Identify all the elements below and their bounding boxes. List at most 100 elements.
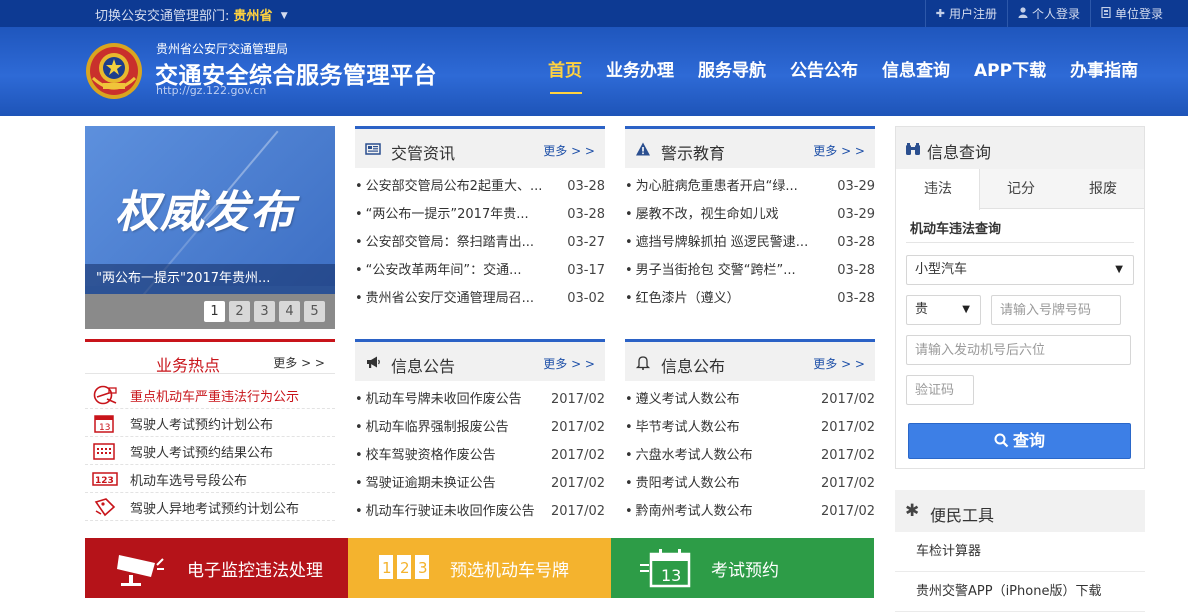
more-link[interactable]: 更多 > > <box>273 354 325 371</box>
query-button[interactable]: 查询 <box>908 423 1131 459</box>
list-item[interactable]: 遮挡号牌躲抓拍 巡逻民警逮... 03-28 <box>625 229 875 257</box>
personal-login-link[interactable]: 个人登录 <box>1006 0 1090 27</box>
more-link[interactable]: 更多 > > <box>813 355 865 372</box>
tab-violation[interactable]: 违法 <box>896 169 980 210</box>
more-link[interactable]: 更多 > > <box>543 355 595 372</box>
unit-login-link[interactable]: 单位登录 <box>1089 0 1173 27</box>
slider-page-1[interactable]: 1 <box>204 301 225 322</box>
slider-hero-image[interactable]: 权威发布 <box>85 126 335 311</box>
list-item[interactable]: 屡教不改，视生命如儿戏 03-29 <box>625 201 875 229</box>
slider-page-5[interactable]: 5 <box>304 301 325 322</box>
panel-title: 便民工具 <box>930 506 995 525</box>
slider-page-3[interactable]: 3 <box>254 301 275 322</box>
item-title[interactable]: 遮挡号牌躲抓拍 巡逻民警逮... <box>625 229 827 257</box>
more-link[interactable]: 更多 > > <box>543 142 595 159</box>
slider-page-4[interactable]: 4 <box>279 301 300 322</box>
list-item[interactable]: 遵义考试人数公布2017/02 <box>625 386 875 414</box>
nav-info-query[interactable]: 信息查询 <box>870 27 962 116</box>
nav-business[interactable]: 业务办理 <box>594 27 686 116</box>
item-title[interactable]: 机动车行驶证未收回作废公告 <box>355 498 550 526</box>
item-title[interactable]: 毕节考试人数公布 <box>625 414 820 442</box>
list-item[interactable]: 毕节考试人数公布2017/02 <box>625 414 875 442</box>
nav-guide[interactable]: 办事指南 <box>1058 27 1150 116</box>
department-switch-value[interactable]: 贵州省 <box>234 9 273 24</box>
list-item[interactable]: 为心脏病危重患者开启“绿... 03-29 <box>625 173 875 201</box>
tool-link-calculator[interactable]: 车检计算器 <box>895 532 1145 572</box>
item-title[interactable]: 公安部交管局公布2起重大、... <box>355 173 557 201</box>
plate-number-input[interactable] <box>991 295 1121 325</box>
register-link[interactable]: ✚ 用户注册 <box>924 0 1007 27</box>
captcha-input[interactable] <box>906 375 974 405</box>
item-title[interactable]: 公安部交管局：祭扫踏青出... <box>355 229 557 257</box>
tab-scrap[interactable]: 报废 <box>1062 169 1144 208</box>
list-item[interactable]: 贵州省公安厅交通管理局召... 03-02 <box>355 285 605 313</box>
banner-plate-selection[interactable]: 1 2 3 预选机动车号牌 <box>348 538 611 598</box>
hot-item-label[interactable]: 驾驶人考试预约计划公布 <box>130 414 273 433</box>
item-title[interactable]: 驾驶证逾期未换证公告 <box>355 470 550 498</box>
tab-points[interactable]: 记分 <box>980 169 1062 208</box>
item-title[interactable]: 贵州省公安厅交通管理局召... <box>355 285 557 313</box>
slider-caption[interactable]: "两公布一提示"2017年贵州... <box>85 264 335 294</box>
nav-announcements[interactable]: 公告公布 <box>778 27 870 116</box>
nav-app-download[interactable]: APP下载 <box>962 27 1058 116</box>
panel-header: ✱ 便民工具 <box>895 490 1145 532</box>
list-item[interactable]: 公安部交管局：祭扫踏青出... 03-27 <box>355 229 605 257</box>
police-emblem-icon[interactable] <box>85 42 143 100</box>
news-slider[interactable]: 权威发布 "两公布一提示"2017年贵州... 1 2 3 4 5 <box>85 126 335 329</box>
list-item[interactable]: 123 机动车选号号段公布 <box>85 465 335 493</box>
item-title[interactable]: “两公布一提示”2017年贵... <box>355 201 557 229</box>
hot-item-label[interactable]: 机动车选号号段公布 <box>130 470 247 489</box>
hot-item-label[interactable]: 重点机动车严重违法行为公示 <box>130 386 299 405</box>
list-item[interactable]: 13 驾驶人考试预约计划公布 <box>85 409 335 437</box>
item-title[interactable]: 为心脏病危重患者开启“绿... <box>625 173 827 201</box>
item-date: 03-29 <box>837 179 875 194</box>
banner-exam-booking[interactable]: 13 考试预约 <box>611 538 874 598</box>
list-item[interactable]: “公安改革两年间”：交通... 03-17 <box>355 257 605 285</box>
item-title[interactable]: 屡教不改，视生命如儿戏 <box>625 201 827 229</box>
list-item[interactable]: 机动车号牌未收回作废公告2017/02 <box>355 386 605 414</box>
news-list: 公安部交管局公布2起重大、... 03-28 “两公布一提示”2017年贵... 0… <box>355 173 605 313</box>
item-title[interactable]: 男子当街抢包 交警“跨栏”... <box>625 257 827 285</box>
vehicle-type-select[interactable]: 小型汽车 ▼ <box>906 255 1134 285</box>
unit-login-label: 单位登录 <box>1114 7 1163 21</box>
list-item[interactable]: 黔南州考试人数公布2017/02 <box>625 498 875 526</box>
list-item[interactable]: 红色漆片（遵义） 03-28 <box>625 285 875 313</box>
list-item[interactable]: 男子当街抢包 交警“跨栏”... 03-28 <box>625 257 875 285</box>
engine-number-input[interactable] <box>906 335 1131 365</box>
list-item[interactable]: 机动车行驶证未收回作废公告2017/02 <box>355 498 605 526</box>
department-switcher[interactable]: 切换公安交通管理部门: 贵州省 ▼ <box>95 5 288 24</box>
tool-link-app-download[interactable]: 贵州交警APP（iPhone版）下载 <box>895 572 1145 612</box>
nav-service-guide[interactable]: 服务导航 <box>686 27 778 116</box>
item-title[interactable]: 机动车号牌未收回作废公告 <box>355 386 550 414</box>
list-item[interactable]: 驾驶证逾期未换证公告2017/02 <box>355 470 605 498</box>
hot-item-label[interactable]: 驾驶人异地考试预约计划公布 <box>130 498 299 517</box>
item-title[interactable]: 机动车临界强制报废公告 <box>355 414 550 442</box>
item-date: 2017/02 <box>820 476 875 491</box>
calendar-icon: 13 <box>640 549 691 588</box>
item-title[interactable]: “公安改革两年间”：交通... <box>355 257 557 285</box>
slider-page-2[interactable]: 2 <box>229 301 250 322</box>
list-item[interactable]: 驾驶人考试预约结果公布 <box>85 437 335 465</box>
item-date: 2017/02 <box>550 392 605 407</box>
panel-title: 警示教育 <box>661 144 726 163</box>
list-item[interactable]: 公安部交管局公布2起重大、... 03-28 <box>355 173 605 201</box>
list-item[interactable]: 机动车临界强制报废公告2017/02 <box>355 414 605 442</box>
list-item[interactable]: 六盘水考试人数公布2017/02 <box>625 442 875 470</box>
list-item[interactable]: 重点机动车严重违法行为公示 <box>85 381 335 409</box>
province-select[interactable]: 贵 ▼ <box>906 295 981 325</box>
hot-item-label[interactable]: 驾驶人考试预约结果公布 <box>130 442 273 461</box>
item-title[interactable]: 红色漆片（遵义） <box>625 285 827 313</box>
item-title[interactable]: 黔南州考试人数公布 <box>625 498 820 526</box>
more-link[interactable]: 更多 > > <box>813 142 865 159</box>
item-title[interactable]: 六盘水考试人数公布 <box>625 442 820 470</box>
list-item[interactable]: 贵阳考试人数公布2017/02 <box>625 470 875 498</box>
caret-down-icon[interactable]: ▼ <box>281 11 288 21</box>
list-item[interactable]: 驾驶人异地考试预约计划公布 <box>85 493 335 521</box>
nav-home[interactable]: 首页 <box>536 27 594 116</box>
list-item[interactable]: 校车驾驶资格作废公告2017/02 <box>355 442 605 470</box>
item-title[interactable]: 遵义考试人数公布 <box>625 386 820 414</box>
list-item[interactable]: “两公布一提示”2017年贵... 03-28 <box>355 201 605 229</box>
item-title[interactable]: 贵阳考试人数公布 <box>625 470 820 498</box>
banner-electronic-monitoring[interactable]: 电子监控违法处理 <box>85 538 348 598</box>
item-title[interactable]: 校车驾驶资格作废公告 <box>355 442 550 470</box>
